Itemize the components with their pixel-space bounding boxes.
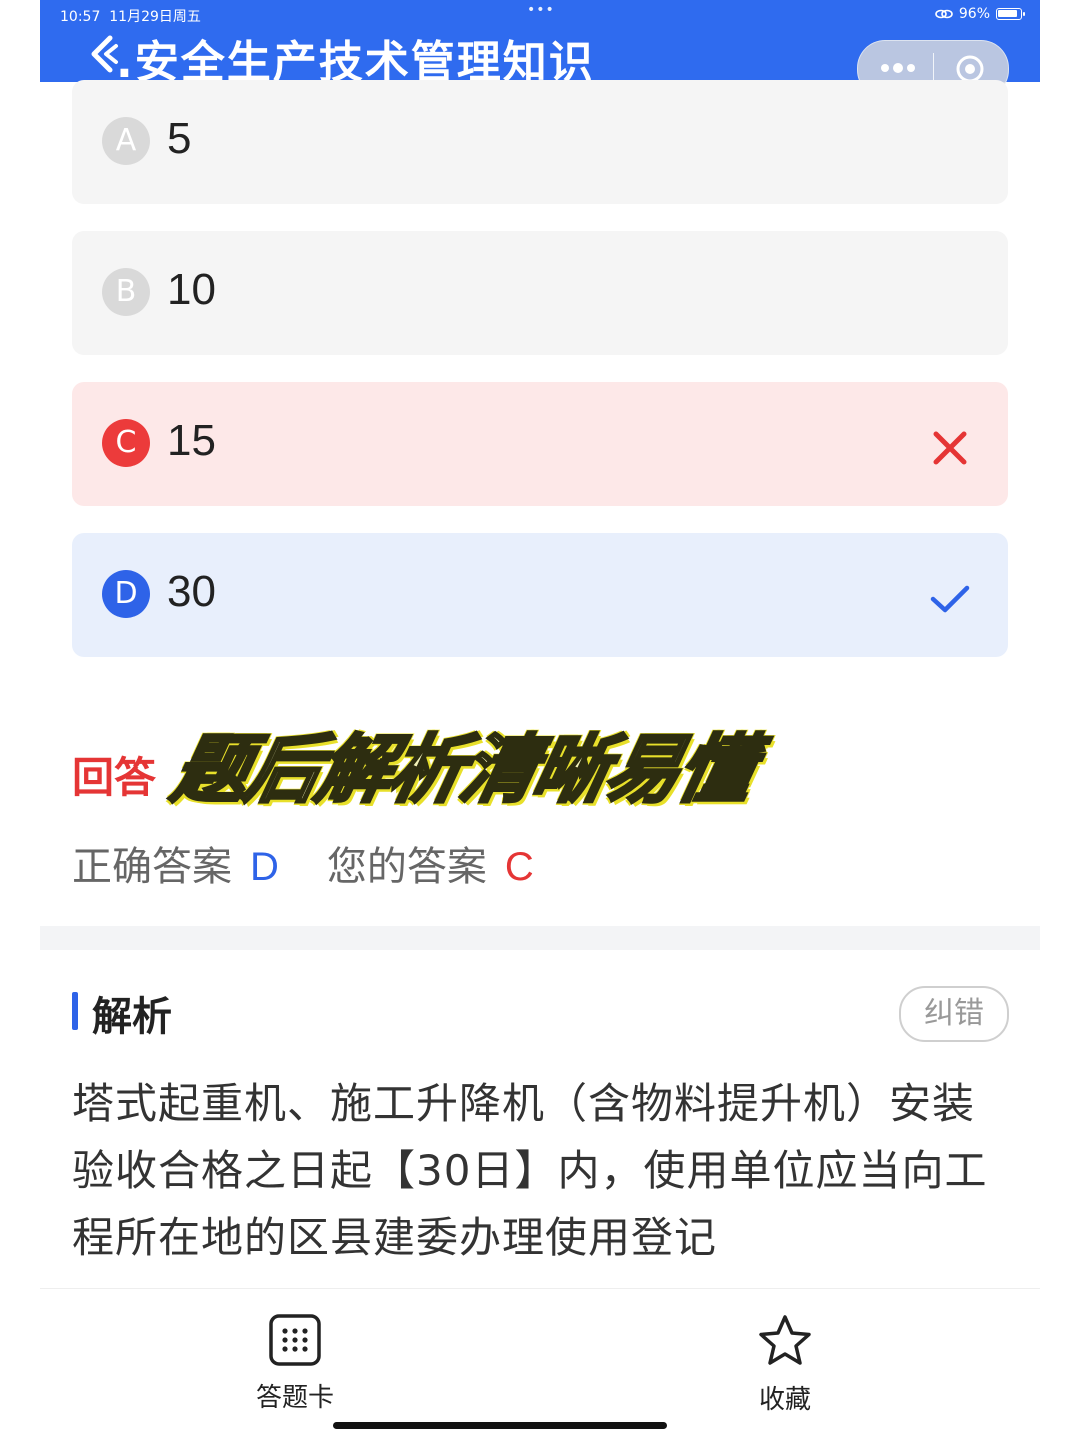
- favorite-label: 收藏: [758, 1385, 811, 1415]
- answer-summary: 正确答案 D 您的答案 C: [72, 834, 534, 892]
- option-d[interactable]: D 30: [72, 533, 1008, 657]
- option-letter-badge: D: [102, 570, 150, 618]
- grid-icon: [269, 1314, 321, 1366]
- option-letter-badge: C: [102, 419, 150, 467]
- report-error-button[interactable]: 纠错: [899, 986, 1009, 1042]
- analysis-title: 解析: [92, 994, 172, 1040]
- option-c[interactable]: C 15: [72, 382, 1008, 506]
- correct-check-icon: [930, 585, 970, 613]
- option-letter-badge: A: [102, 117, 150, 165]
- link-icon: [935, 9, 953, 19]
- option-b[interactable]: B 10: [72, 231, 1008, 355]
- battery-icon: [996, 8, 1025, 20]
- answer-card-button[interactable]: 答题卡: [225, 1313, 365, 1414]
- more-icon[interactable]: [878, 53, 918, 83]
- option-letter-badge: B: [102, 268, 150, 316]
- multitask-dots-icon[interactable]: •••: [527, 2, 555, 18]
- home-indicator[interactable]: [333, 1422, 667, 1429]
- section-divider: [40, 926, 1040, 950]
- answer-card-label: 答题卡: [255, 1383, 334, 1413]
- status-date: 11月29日周五: [109, 9, 201, 25]
- your-answer-value: C: [504, 845, 534, 889]
- option-text: 15: [167, 416, 216, 465]
- your-answer-label: 您的答案: [326, 844, 487, 890]
- answer-section-title: 回答: [72, 753, 157, 802]
- status-time: 10:57 11月29日周五: [60, 6, 201, 26]
- option-text: 10: [167, 265, 216, 314]
- correct-answer-label: 正确答案: [72, 844, 232, 890]
- option-text: 30: [167, 567, 216, 616]
- status-indicators: 96%: [935, 6, 1025, 22]
- bottom-toolbar: 答题卡 收藏: [40, 1288, 1040, 1439]
- promo-overlay-text: 题后解析清晰易懂: [164, 726, 761, 815]
- star-icon: [759, 1315, 811, 1365]
- app-screen: 10:57 11月29日周五 ••• 96% .安全生产技术管理知识 A 5 B…: [40, 0, 1040, 1439]
- back-icon[interactable]: [84, 34, 120, 74]
- option-a[interactable]: A 5: [72, 80, 1008, 204]
- status-time-text: 10:57: [60, 9, 101, 25]
- battery-percent: 96%: [958, 6, 990, 22]
- wrong-cross-icon: [933, 431, 967, 465]
- correct-answer-value: D: [250, 845, 279, 889]
- favorite-button[interactable]: 收藏: [715, 1313, 855, 1416]
- analysis-text: 塔式起重机、施工升降机（含物料提升机）安装验收合格之日起【30日】内，使用单位应…: [72, 1079, 988, 1262]
- option-text: 5: [167, 114, 192, 163]
- analysis-accent-bar: [72, 992, 78, 1030]
